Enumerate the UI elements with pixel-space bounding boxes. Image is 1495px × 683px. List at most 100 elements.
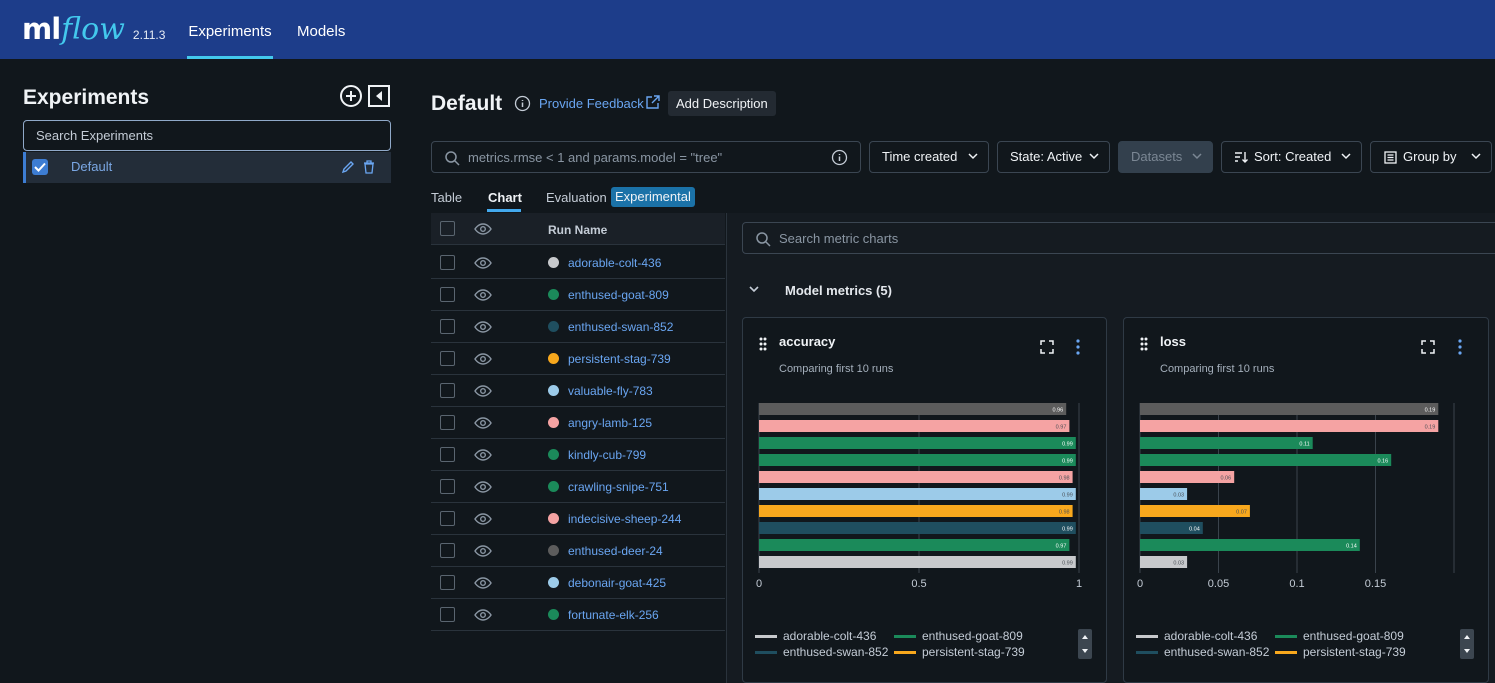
info-icon[interactable] [831,149,848,166]
eye-icon[interactable] [474,448,492,462]
more-options-icon[interactable] [1457,339,1463,355]
legend-scroller[interactable] [1460,629,1474,659]
row-checkbox[interactable] [440,383,455,398]
bar[interactable] [1140,420,1439,432]
run-name-header[interactable]: Run Name [548,223,607,237]
row-checkbox[interactable] [440,575,455,590]
nav-experiments[interactable]: Experiments [187,0,273,59]
legend-label[interactable]: enthused-swan-852 [783,645,888,659]
bar[interactable] [759,437,1076,449]
row-checkbox[interactable] [440,255,455,270]
run-name-link[interactable]: enthused-goat-809 [568,288,669,302]
group-by-dropdown[interactable]: Group by [1370,141,1492,173]
time-created-dropdown[interactable]: Time created [869,141,989,173]
run-name-link[interactable]: adorable-colt-436 [568,256,661,270]
legend-label[interactable]: persistent-stag-739 [922,645,1025,659]
bar[interactable] [759,522,1076,534]
table-row[interactable]: enthused-swan-852 [431,311,725,343]
table-row[interactable]: adorable-colt-436 [431,247,725,279]
row-checkbox[interactable] [440,479,455,494]
more-options-icon[interactable] [1075,339,1081,355]
bar[interactable] [1140,437,1313,449]
table-row[interactable]: crawling-snipe-751 [431,471,725,503]
tab-chart[interactable]: Chart [488,190,522,205]
search-metric-charts-input[interactable]: Search metric charts [742,222,1495,254]
experiment-row-default[interactable]: Default [23,152,391,183]
bar[interactable] [759,539,1070,551]
drag-handle-icon[interactable] [1140,337,1148,351]
legend-label[interactable]: persistent-stag-739 [1303,645,1406,659]
nav-models[interactable]: Models [297,0,345,59]
eye-icon[interactable] [474,222,492,236]
bar[interactable] [759,471,1073,483]
table-row[interactable]: debonair-goat-425 [431,567,725,599]
eye-icon[interactable] [474,256,492,270]
run-name-link[interactable]: debonair-goat-425 [568,576,666,590]
datasets-dropdown[interactable]: Datasets [1118,141,1213,173]
row-checkbox[interactable] [440,319,455,334]
table-row[interactable]: enthused-deer-24 [431,535,725,567]
table-row[interactable]: persistent-stag-739 [431,343,725,375]
legend-label[interactable]: adorable-colt-436 [1164,629,1257,643]
bar[interactable] [759,556,1076,568]
row-checkbox[interactable] [440,351,455,366]
bar[interactable] [1140,539,1360,551]
bar[interactable] [1140,454,1392,466]
table-row[interactable]: angry-lamb-125 [431,407,725,439]
eye-icon[interactable] [474,320,492,334]
eye-icon[interactable] [474,384,492,398]
fullscreen-icon[interactable] [1040,340,1054,354]
experiment-name[interactable]: Default [71,159,112,174]
bar[interactable] [759,403,1067,415]
run-name-link[interactable]: angry-lamb-125 [568,416,652,430]
eye-icon[interactable] [474,576,492,590]
table-row[interactable]: kindly-cub-799 [431,439,725,471]
section-title[interactable]: Model metrics (5) [785,283,892,298]
tab-evaluation[interactable]: Evaluation [546,190,607,205]
info-icon[interactable] [514,95,531,112]
fullscreen-icon[interactable] [1421,340,1435,354]
bar[interactable] [759,420,1070,432]
run-name-link[interactable]: fortunate-elk-256 [568,608,659,622]
run-name-link[interactable]: indecisive-sheep-244 [568,512,681,526]
collapse-sidebar-icon[interactable] [367,84,391,108]
row-checkbox[interactable] [440,415,455,430]
run-name-link[interactable]: persistent-stag-739 [568,352,671,366]
eye-icon[interactable] [474,416,492,430]
mlflow-logo[interactable]: ml flow 2.11.3 [22,12,165,48]
bar[interactable] [759,454,1076,466]
legend-label[interactable]: enthused-goat-809 [1303,629,1404,643]
run-name-link[interactable]: enthused-deer-24 [568,544,663,558]
run-name-link[interactable]: valuable-fly-783 [568,384,653,398]
provide-feedback-link[interactable]: Provide Feedback [539,96,644,111]
row-checkbox[interactable] [440,543,455,558]
delete-trash-icon[interactable] [361,159,377,175]
add-description-button[interactable]: Add Description [668,91,776,116]
table-row[interactable]: valuable-fly-783 [431,375,725,407]
run-name-link[interactable]: kindly-cub-799 [568,448,646,462]
sort-dropdown[interactable]: Sort: Created [1221,141,1362,173]
state-filter-dropdown[interactable]: State: Active [997,141,1110,173]
legend-label[interactable]: adorable-colt-436 [783,629,876,643]
legend-label[interactable]: enthused-swan-852 [1164,645,1269,659]
eye-icon[interactable] [474,288,492,302]
external-link-icon[interactable] [645,95,660,110]
row-checkbox[interactable] [440,607,455,622]
row-checkbox[interactable] [440,447,455,462]
select-all-checkbox[interactable] [440,221,455,236]
table-row[interactable]: indecisive-sheep-244 [431,503,725,535]
legend-label[interactable]: enthused-goat-809 [922,629,1023,643]
table-row[interactable]: enthused-goat-809 [431,279,725,311]
eye-icon[interactable] [474,512,492,526]
search-experiments-input[interactable]: Search Experiments [23,120,391,151]
experiment-checkbox[interactable] [32,159,48,175]
tab-table[interactable]: Table [431,190,462,205]
edit-pencil-icon[interactable] [340,159,356,175]
eye-icon[interactable] [474,544,492,558]
chevron-down-icon[interactable] [748,283,760,295]
bar[interactable] [759,488,1076,500]
row-checkbox[interactable] [440,287,455,302]
eye-icon[interactable] [474,480,492,494]
run-name-link[interactable]: enthused-swan-852 [568,320,673,334]
row-checkbox[interactable] [440,511,455,526]
